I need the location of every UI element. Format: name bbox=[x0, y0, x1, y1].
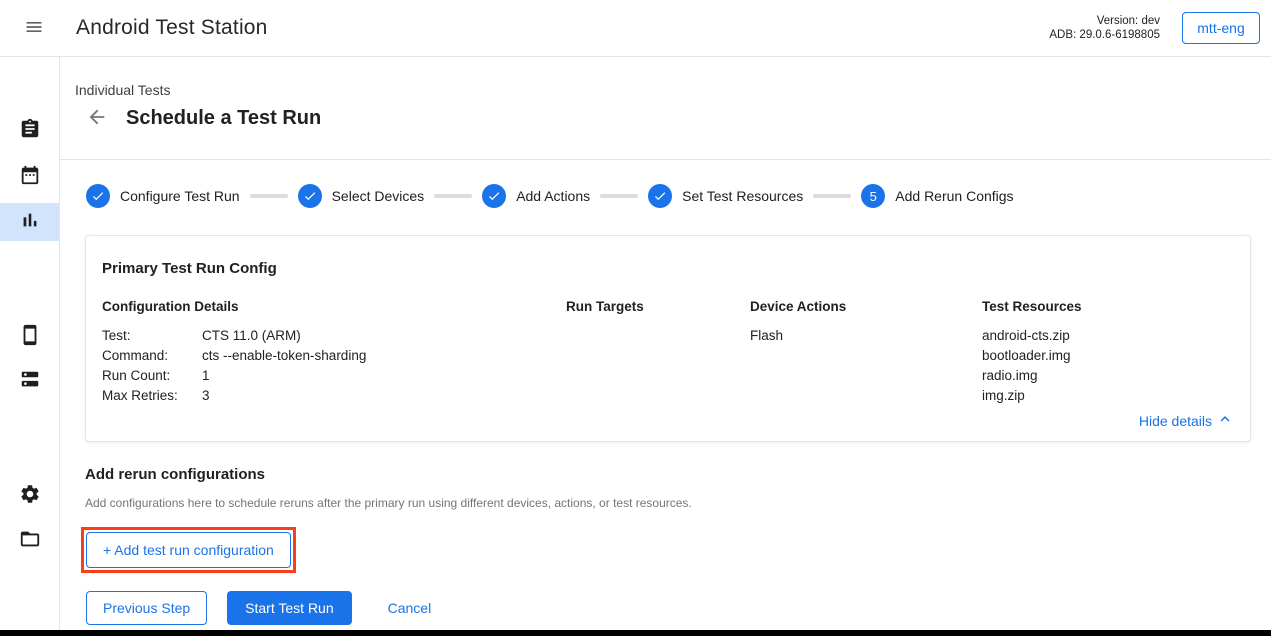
user-button[interactable]: mtt-eng bbox=[1182, 12, 1260, 44]
step-connector bbox=[250, 194, 288, 198]
step-configure-test-run[interactable]: Configure Test Run bbox=[86, 184, 240, 208]
version-info: Version: dev ADB: 29.0.6-6198805 bbox=[1049, 14, 1160, 42]
sidebar-item-settings[interactable] bbox=[0, 477, 59, 515]
step-label: Set Test Resources bbox=[682, 188, 803, 204]
run-targets-column: Run Targets bbox=[566, 299, 750, 406]
step-label: Configure Test Run bbox=[120, 188, 240, 204]
column-header: Test Resources bbox=[982, 299, 1234, 314]
calendar-icon bbox=[19, 164, 41, 191]
column-header: Run Targets bbox=[566, 299, 750, 314]
clipboard-icon bbox=[19, 118, 41, 145]
rerun-section-heading: Add rerun configurations bbox=[85, 466, 1271, 483]
app-title: Android Test Station bbox=[76, 16, 268, 40]
config-row: Command: cts --enable-token-sharding bbox=[102, 346, 566, 366]
gear-icon bbox=[19, 483, 41, 510]
rerun-section-description: Add configurations here to schedule reru… bbox=[85, 496, 1271, 510]
step-number: 5 bbox=[861, 184, 885, 208]
hide-details-link[interactable]: Hide details bbox=[102, 410, 1234, 431]
step-add-rerun-configs[interactable]: 5 Add Rerun Configs bbox=[861, 184, 1013, 208]
sidebar-item-devices[interactable] bbox=[0, 318, 59, 356]
step-label: Add Actions bbox=[516, 188, 590, 204]
config-label: Run Count: bbox=[102, 366, 202, 386]
test-resource-item: android-cts.zip bbox=[982, 326, 1234, 346]
test-resource-item: radio.img bbox=[982, 366, 1234, 386]
folder-icon bbox=[19, 528, 41, 555]
bottom-bar bbox=[0, 630, 1271, 636]
sidebar-item-files[interactable] bbox=[0, 522, 59, 560]
step-select-devices[interactable]: Select Devices bbox=[298, 184, 425, 208]
config-value: 3 bbox=[202, 386, 566, 406]
page-title: Schedule a Test Run bbox=[126, 107, 321, 130]
action-row: Previous Step Start Test Run Cancel bbox=[86, 591, 1271, 625]
sidebar-item-test-plans[interactable] bbox=[0, 158, 59, 196]
config-value: cts --enable-token-sharding bbox=[202, 346, 566, 366]
device-action-item: Flash bbox=[750, 326, 982, 346]
configuration-details-column: Configuration Details Test: CTS 11.0 (AR… bbox=[102, 299, 566, 406]
config-label: Test: bbox=[102, 326, 202, 346]
highlight-box: + Add test run configuration bbox=[81, 527, 296, 573]
cancel-button[interactable]: Cancel bbox=[376, 592, 444, 624]
adb-version-label: ADB: 29.0.6-6198805 bbox=[1049, 28, 1160, 42]
step-set-test-resources[interactable]: Set Test Resources bbox=[648, 184, 803, 208]
step-label: Add Rerun Configs bbox=[895, 188, 1013, 204]
config-row: Max Retries: 3 bbox=[102, 386, 566, 406]
main-content: Individual Tests Schedule a Test Run Con… bbox=[60, 57, 1271, 630]
column-header: Configuration Details bbox=[102, 299, 566, 314]
config-label: Max Retries: bbox=[102, 386, 202, 406]
sidebar-item-hosts[interactable] bbox=[0, 363, 59, 401]
step-check-icon bbox=[298, 184, 322, 208]
config-label: Command: bbox=[102, 346, 202, 366]
menu-button[interactable] bbox=[22, 16, 46, 40]
hamburger-icon bbox=[24, 17, 44, 40]
column-header: Device Actions bbox=[750, 299, 982, 314]
test-resources-column: Test Resources android-cts.zip bootloade… bbox=[982, 299, 1234, 406]
stepper: Configure Test Run Select Devices Add Ac… bbox=[86, 184, 1271, 208]
step-connector bbox=[434, 194, 472, 198]
page-head: Individual Tests Schedule a Test Run bbox=[60, 57, 1271, 160]
sidebar-item-test-runs[interactable] bbox=[0, 203, 59, 241]
back-button[interactable] bbox=[85, 106, 109, 130]
step-check-icon bbox=[482, 184, 506, 208]
step-connector bbox=[600, 194, 638, 198]
config-value: 1 bbox=[202, 366, 566, 386]
config-value: CTS 11.0 (ARM) bbox=[202, 326, 566, 346]
version-label: Version: dev bbox=[1049, 14, 1160, 28]
app-header: Android Test Station Version: dev ADB: 2… bbox=[0, 0, 1271, 57]
bar-chart-icon bbox=[19, 209, 41, 236]
step-connector bbox=[813, 194, 851, 198]
card-title: Primary Test Run Config bbox=[102, 260, 1234, 277]
test-resource-item: bootloader.img bbox=[982, 346, 1234, 366]
step-check-icon bbox=[648, 184, 672, 208]
sidebar bbox=[0, 57, 60, 630]
sidebar-item-tests[interactable] bbox=[0, 112, 59, 150]
add-test-run-configuration-button[interactable]: + Add test run configuration bbox=[86, 532, 291, 568]
previous-step-button[interactable]: Previous Step bbox=[86, 591, 207, 625]
smartphone-icon bbox=[19, 324, 41, 351]
breadcrumb: Individual Tests bbox=[75, 82, 1271, 98]
chevron-up-icon bbox=[1216, 410, 1234, 431]
test-resource-item: img.zip bbox=[982, 386, 1234, 406]
config-row: Test: CTS 11.0 (ARM) bbox=[102, 326, 566, 346]
config-row: Run Count: 1 bbox=[102, 366, 566, 386]
device-actions-column: Device Actions Flash bbox=[750, 299, 982, 406]
start-test-run-button[interactable]: Start Test Run bbox=[227, 591, 351, 625]
step-label: Select Devices bbox=[332, 188, 425, 204]
storage-icon bbox=[19, 369, 41, 396]
step-add-actions[interactable]: Add Actions bbox=[482, 184, 590, 208]
primary-test-run-config-card: Primary Test Run Config Configuration De… bbox=[85, 235, 1251, 442]
step-check-icon bbox=[86, 184, 110, 208]
arrow-back-icon bbox=[86, 106, 108, 131]
hide-details-label: Hide details bbox=[1139, 413, 1212, 429]
